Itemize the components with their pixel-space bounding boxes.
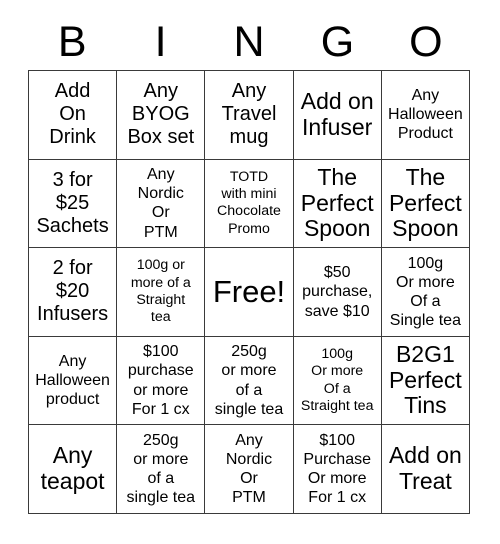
bingo-cell-label: 100g Or more Of a Single tea: [389, 254, 461, 330]
bingo-card: B I N G O Add On Drink Any BYOG Box set An…: [0, 0, 500, 544]
bingo-cell-label: Any Nordic Or PTM: [137, 166, 184, 241]
bingo-free-space[interactable]: Free!: [205, 248, 294, 337]
bingo-cell[interactable]: The Perfect Spoon: [381, 159, 470, 249]
bingo-cell-label: $100 Purchase Or more For 1 cx: [303, 431, 371, 507]
bingo-cell-label: Free!: [212, 273, 286, 309]
bingo-cell[interactable]: Add on Treat: [381, 425, 470, 514]
bingo-cell-label: The Perfect Spoon: [388, 163, 462, 242]
header-letter-g: G: [320, 17, 355, 66]
bingo-cell-label: Any Travel mug: [221, 80, 277, 149]
bingo-cell[interactable]: 100g Or more Of a Straight tea: [293, 336, 382, 426]
bingo-cell[interactable]: Any teapot: [29, 425, 118, 514]
bingo-cell-label: B2G1 Perfect Tins: [388, 340, 462, 419]
bingo-cell[interactable]: 250g or more of a single tea: [117, 425, 206, 514]
bingo-cell[interactable]: 250g or more of a single tea: [205, 336, 294, 426]
bingo-cell-label: 100g Or more Of a Straight tea: [300, 345, 374, 414]
header-letter-o: O: [409, 17, 443, 66]
bingo-cell-label: Any Halloween product: [35, 352, 110, 409]
bingo-cell-label: 250g or more of a single tea: [126, 431, 196, 507]
bingo-cell[interactable]: $100 Purchase Or more For 1 cx: [293, 425, 382, 514]
bingo-cell[interactable]: Any Nordic Or PTM: [117, 159, 206, 249]
bingo-cell[interactable]: TOTD with mini Chocolate Promo: [205, 159, 294, 249]
bingo-cell-label: Add On Drink: [49, 80, 96, 149]
bingo-cell[interactable]: The Perfect Spoon: [293, 159, 382, 249]
bingo-cell-label: Any Nordic Or PTM: [225, 431, 273, 507]
bingo-cell-label: The Perfect Spoon: [300, 163, 374, 242]
bingo-cell[interactable]: Any Halloween Product: [381, 71, 470, 160]
bingo-cell[interactable]: 3 for $25 Sachets: [29, 159, 118, 249]
bingo-cell-label: 100g or more of a Straight tea: [130, 257, 191, 326]
bingo-cell-label: Any BYOG Box set: [127, 80, 195, 149]
bingo-cell[interactable]: $50 purchase, save $10: [293, 248, 382, 337]
bingo-cell-label: 3 for $25 Sachets: [36, 168, 109, 237]
bingo-cell-label: TOTD with mini Chocolate Promo: [217, 168, 281, 237]
bingo-grid: Add On Drink Any BYOG Box set Any Travel m…: [28, 70, 470, 514]
bingo-cell-label: Any Halloween Product: [388, 87, 463, 143]
bingo-cell[interactable]: Any Halloween product: [29, 336, 118, 426]
bingo-cell[interactable]: Any Travel mug: [205, 71, 294, 160]
bingo-cell-label: 2 for $20 Infusers: [37, 257, 109, 326]
bingo-cell-label: 250g or more of a single tea: [214, 343, 284, 418]
bingo-cell-label: $100 purchase or more For 1 cx: [127, 343, 194, 418]
bingo-cell-label: Add on Treat: [388, 442, 462, 495]
bingo-cell-label: $50 purchase, save $10: [302, 264, 373, 320]
bingo-cell[interactable]: 100g or more of a Straight tea: [117, 248, 206, 337]
bingo-cell[interactable]: Any Nordic Or PTM: [205, 425, 294, 514]
bingo-cell-label: Add on Infuser: [300, 88, 374, 140]
bingo-cell[interactable]: Any BYOG Box set: [117, 71, 206, 160]
header-letter-b: B: [57, 17, 87, 66]
bingo-cell[interactable]: Add on Infuser: [293, 71, 382, 160]
bingo-cell[interactable]: 2 for $20 Infusers: [29, 248, 118, 337]
bingo-cell[interactable]: Add On Drink: [29, 71, 118, 160]
bingo-cell-label: Any teapot: [40, 442, 105, 495]
header-letter-i: I: [154, 17, 167, 66]
bingo-cell[interactable]: 100g Or more Of a Single tea: [381, 248, 470, 337]
header-letter-n: N: [233, 17, 265, 66]
bingo-header: B I N G O: [28, 14, 470, 70]
bingo-cell[interactable]: B2G1 Perfect Tins: [381, 336, 470, 426]
bingo-cell[interactable]: $100 purchase or more For 1 cx: [117, 336, 206, 426]
